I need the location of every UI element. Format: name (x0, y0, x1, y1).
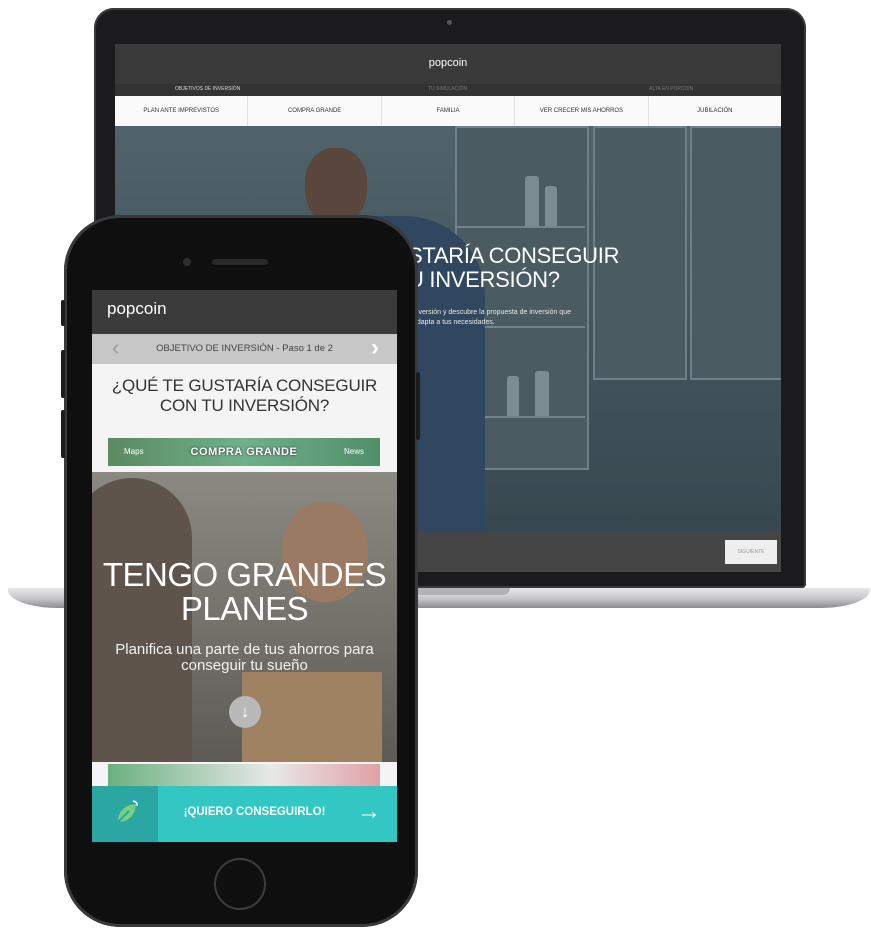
phone-side-button (61, 300, 65, 326)
laptop-camera (447, 20, 452, 25)
goal-card[interactable]: TENGO GRANDES PLANES Planifica una parte… (92, 472, 397, 762)
laptop-header: popcoin (115, 44, 781, 84)
menu-item-familia[interactable]: FAMILIA (382, 96, 516, 126)
laptop-step-simulacion[interactable]: TU SIMULACIÓN (428, 86, 467, 92)
phone-side-button (61, 350, 65, 398)
arrow-right-icon: → (357, 798, 381, 825)
hero-subtitle-line1: inversión y descubre la propuesta de inv… (413, 309, 571, 316)
phone-header: popcoin (92, 290, 397, 334)
cta-icon-box (92, 786, 158, 842)
page-title-line2: CON TU INVERSIÓN? (159, 396, 330, 415)
category-tab-compra-grande[interactable]: Maps COMPRA GRANDE News (108, 438, 380, 466)
category-right-label: News (343, 447, 364, 456)
hero-subtitle-line2: adapta a tus necesidades. (413, 319, 495, 326)
hero-title-line2: U INVERSIÓN? (408, 267, 560, 292)
arrow-down-icon[interactable]: ↓ (229, 696, 261, 728)
chevron-right-icon[interactable]: › (371, 335, 379, 361)
bottle (545, 186, 557, 226)
category-label: COMPRA GRANDE (190, 446, 298, 458)
goal-card-title-line1: TENGO GRANDES (102, 556, 387, 593)
bottle (507, 376, 519, 416)
laptop-hero-subtitle: inversión y descubre la propuesta de inv… (413, 308, 633, 328)
phone-screen: popcoin ‹ OBJETIVO DE INVERSIÓN - Paso 1… (92, 290, 397, 842)
shelf (455, 226, 585, 228)
phone-logo[interactable]: popcoin (107, 299, 167, 319)
phone-speaker (212, 259, 268, 265)
leaf-icon (117, 800, 138, 823)
phone-side-button (61, 410, 65, 458)
laptop-hero-title: STARÍA CONSEGUIR U INVERSIÓN? (408, 244, 619, 292)
phone-camera (183, 258, 191, 266)
bottle (525, 176, 539, 226)
laptop-step-alta[interactable]: ALTA EN POPCOIN (649, 86, 693, 92)
cta-button[interactable]: ¡QUIERO CONSEGUIRLO! → (92, 786, 397, 842)
next-button[interactable]: SIGUIENTE (725, 540, 777, 564)
goal-card-description: Planifica una parte de tus ahorros para … (115, 641, 374, 674)
page-title-line1: ¿QUÉ TE GUSTARÍA CONSEGUIR (111, 376, 378, 395)
menu-item-jubilacion[interactable]: JUBILACIÓN (649, 96, 781, 126)
step-label: OBJETIVO DE INVERSIÓN - Paso 1 de 2 (156, 343, 333, 354)
laptop-step-objetivos[interactable]: OBJETIVOS DE INVERSIÓN (175, 86, 240, 92)
menu-item-ahorros[interactable]: VER CRECER MIS AHORROS (515, 96, 649, 126)
goal-card-title-line2: PLANES (180, 590, 309, 627)
bottle (535, 371, 549, 416)
next-card-preview (108, 764, 380, 786)
cardboard-box (242, 672, 382, 762)
man-head (305, 148, 367, 224)
goal-card-title: TENGO GRANDES PLANES (92, 558, 397, 626)
laptop-progress-steps: OBJETIVOS DE INVERSIÓN TU SIMULACIÓN ALT… (115, 84, 781, 96)
phone-home-button[interactable] (214, 858, 266, 910)
step-nav: ‹ OBJETIVO DE INVERSIÓN - Paso 1 de 2 › (92, 334, 397, 364)
phone-side-button (416, 372, 420, 440)
hero-title-line1: STARÍA CONSEGUIR (408, 243, 620, 268)
menu-item-imprevistos[interactable]: PLAN ANTE IMPREVISTOS (115, 96, 249, 126)
laptop-goal-menu: PLAN ANTE IMPREVISTOS COMPRA GRANDE FAMI… (115, 96, 781, 126)
menu-item-compra-grande[interactable]: COMPRA GRANDE (248, 96, 382, 126)
cabinet (690, 126, 781, 380)
page-title: ¿QUÉ TE GUSTARÍA CONSEGUIR CON TU INVERS… (102, 376, 387, 416)
cta-label: ¡QUIERO CONSEGUIRLO! (183, 806, 326, 818)
laptop-logo[interactable]: popcoin (115, 57, 781, 69)
